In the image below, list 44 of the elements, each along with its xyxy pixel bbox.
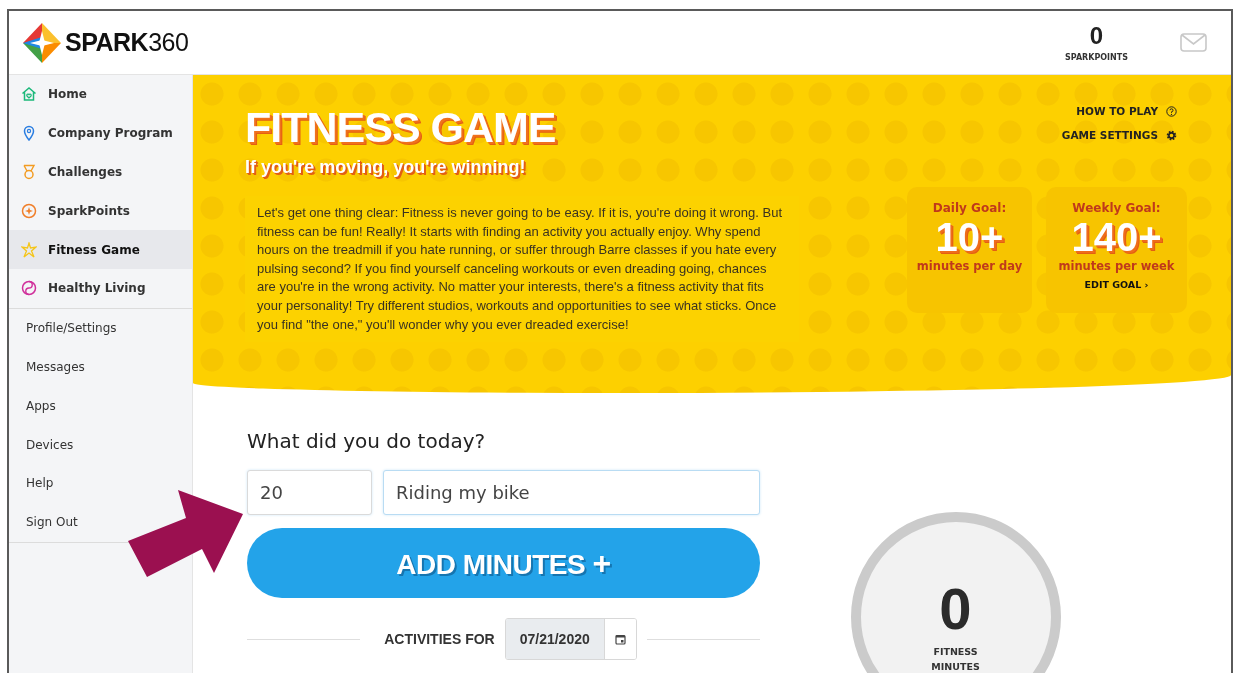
sidebar-item[interactable]: SparkPoints xyxy=(9,191,192,231)
calendar-icon xyxy=(614,633,626,645)
sidebar-item[interactable]: Messages xyxy=(18,347,93,387)
minutes-total-label: FITNESS MINUTES xyxy=(930,645,981,673)
goal-label: Weekly Goal: xyxy=(1072,201,1161,215)
sidebar-item[interactable]: Company Program xyxy=(9,113,192,153)
activity-field[interactable]: Riding my bike xyxy=(383,470,760,515)
sidebar-item[interactable]: Help xyxy=(18,463,62,503)
question-heading: What did you do today? xyxy=(247,429,487,453)
sidebar-item[interactable]: Sign Out xyxy=(18,502,86,542)
sidebar-item[interactable]: Devices xyxy=(18,425,82,464)
goal-unit: minutes per day xyxy=(916,259,1023,273)
home-icon xyxy=(21,86,37,103)
goal-value: 10+ xyxy=(935,215,1004,259)
logo-text[interactable]: SPARK360 xyxy=(65,28,189,57)
star-circle-icon xyxy=(21,202,37,219)
sidebar-item[interactable]: Apps xyxy=(18,386,64,426)
minutes-field[interactable]: 20 xyxy=(247,470,372,515)
goal-unit: minutes per week xyxy=(1058,259,1175,273)
activities-label: ACTIVITIES FOR xyxy=(384,631,495,647)
sidebar-item[interactable]: Home xyxy=(9,75,192,114)
goal-value: 140+ xyxy=(1071,215,1162,259)
sidebar-item[interactable]: Profile/Settings xyxy=(18,308,125,348)
mail-icon[interactable] xyxy=(1180,33,1207,52)
location-pin-icon xyxy=(21,125,37,142)
banner-link[interactable]: GAME SETTINGS xyxy=(1061,129,1177,141)
sparkle-icon xyxy=(21,241,37,258)
settings-icon xyxy=(1166,129,1177,141)
minutes-total: 0 xyxy=(939,580,972,638)
sidebar-item[interactable]: Challenges xyxy=(9,152,192,192)
date-field[interactable]: 07/21/2020 xyxy=(504,618,637,660)
help-icon xyxy=(1166,105,1177,117)
page-subtitle: If you're moving, you're winning! xyxy=(245,157,527,178)
medal-icon xyxy=(21,164,37,180)
points-label: SPARKPOINTS xyxy=(1065,53,1128,62)
yin-yang-icon xyxy=(21,280,37,297)
goal-label: Daily Goal: xyxy=(932,201,1007,215)
sidebar-item[interactable]: Healthy Living xyxy=(9,269,192,308)
page-title: FITNESS GAME xyxy=(245,103,557,151)
edit-goal-link[interactable]: EDIT GOAL › xyxy=(1084,279,1149,290)
sidebar-item[interactable]: Fitness Game xyxy=(9,230,192,269)
points-value: 0 xyxy=(1089,23,1104,49)
banner-link[interactable]: HOW TO PLAY xyxy=(1076,105,1177,117)
logo-icon xyxy=(21,22,63,63)
